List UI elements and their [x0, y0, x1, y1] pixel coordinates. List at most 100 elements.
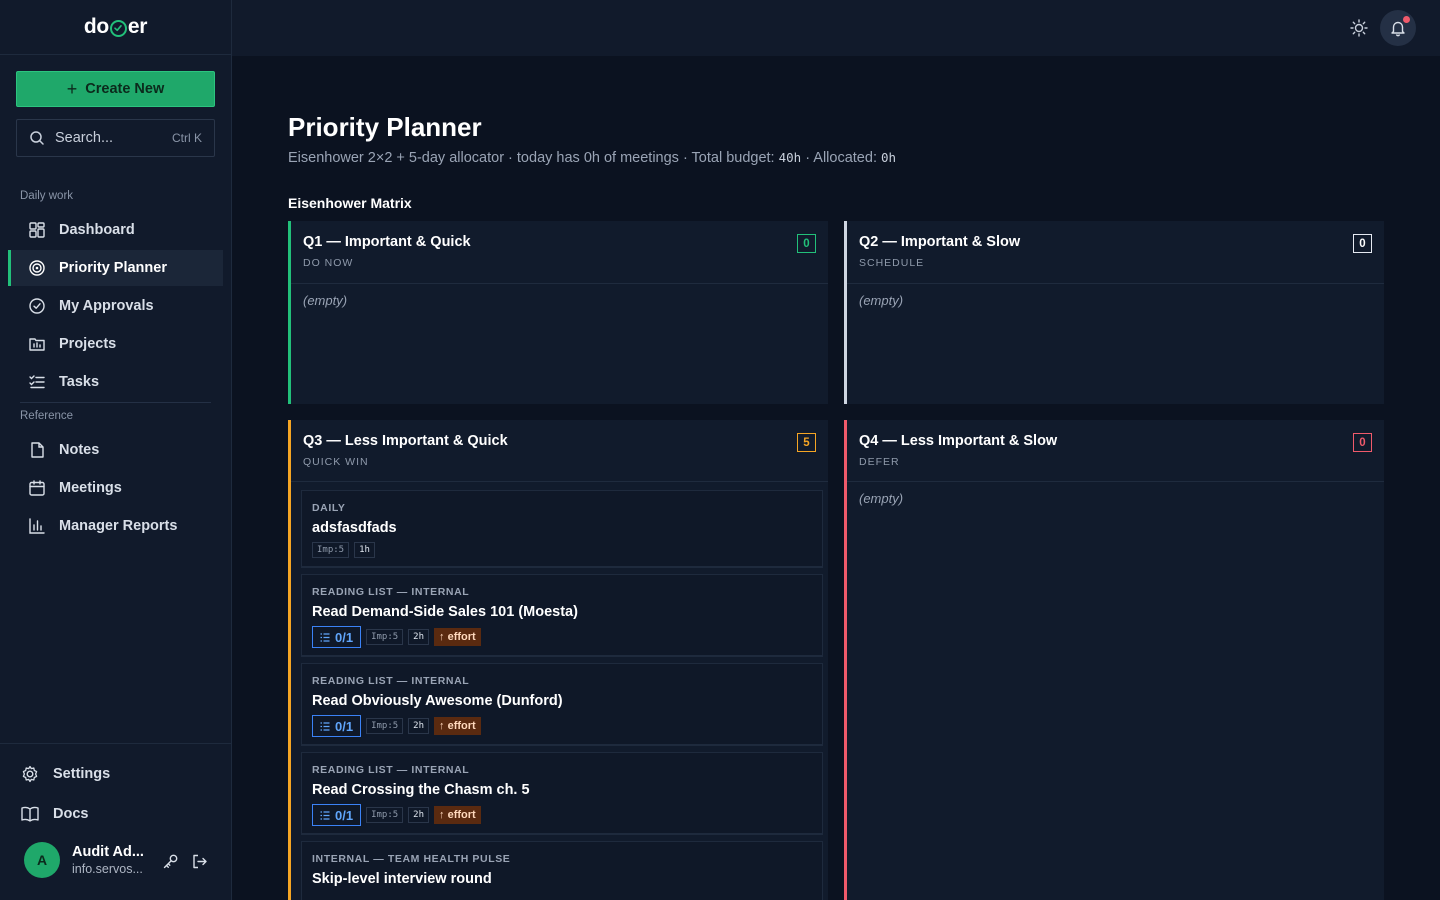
sidebar-item-manager-reports[interactable]: Manager Reports — [8, 508, 223, 544]
task-tags: 0/1 Imp:5 2h ↑ effort — [312, 626, 812, 648]
check-circle-icon — [29, 298, 45, 314]
checklist-count: 0/1 — [335, 629, 354, 645]
task-title: Skip-level interview round — [312, 871, 492, 887]
docs-link[interactable]: Docs — [20, 804, 88, 824]
search-placeholder: Search... — [55, 130, 114, 146]
checklist-count: 0/1 — [335, 718, 354, 734]
plus-icon: + — [66, 79, 78, 99]
gear-icon — [22, 765, 38, 783]
sidebar-item-dashboard[interactable]: Dashboard — [8, 212, 223, 248]
task-category: READING LIST — INTERNAL — [312, 675, 470, 687]
duration-tag: 2h — [408, 718, 430, 734]
checklist-icon — [320, 632, 330, 642]
sidebar-item-label: Priority Planner — [59, 260, 167, 276]
quadrant-subtitle: QUICK WIN — [303, 456, 369, 468]
bar-chart-icon — [29, 518, 45, 534]
sidebar-item-label: Projects — [59, 336, 117, 352]
user-info: Audit Ad... info.servos... — [72, 843, 144, 877]
checklist-badge[interactable]: 0/1 — [312, 626, 362, 648]
quadrant-title: Q4 — Less Important & Slow — [859, 433, 1058, 449]
quadrant-q3: Q3 — Less Important & Quick QUICK WIN 5 … — [288, 420, 828, 900]
user-email: info.servos... — [72, 862, 143, 876]
sidebar-item-label: Manager Reports — [59, 518, 178, 534]
sidebar-item-my-approvals[interactable]: My Approvals — [8, 288, 223, 324]
key-icon[interactable] — [162, 853, 179, 870]
target-icon — [29, 260, 45, 276]
quadrant-title: Q1 — Important & Quick — [303, 234, 471, 250]
importance-tag: Imp:5 — [366, 807, 404, 823]
duration-tag: 2h — [408, 629, 430, 645]
matrix-title: Eisenhower Matrix — [288, 195, 412, 211]
logout-icon[interactable] — [191, 853, 208, 870]
checklist-icon — [320, 721, 330, 731]
search-shortcut: Ctrl K — [172, 131, 202, 145]
task-tags: 0/1 Imp:5 2h ↑ effort — [312, 804, 812, 826]
task-card[interactable]: READING LIST — INTERNAL Read Demand-Side… — [301, 574, 823, 657]
note-icon — [31, 442, 44, 458]
search-icon — [30, 131, 44, 145]
sidebar-divider — [20, 402, 211, 403]
checklist-icon — [320, 810, 330, 820]
topbar — [232, 0, 1440, 56]
book-icon — [21, 806, 39, 822]
importance-tag: Imp:5 — [312, 542, 350, 558]
task-card[interactable]: READING LIST — INTERNAL Read Obviously A… — [301, 663, 823, 746]
quadrant-count-badge: 0 — [1353, 433, 1372, 452]
allocated-value: 0h — [881, 150, 897, 165]
quadrant-header: Q3 — Less Important & Quick QUICK WIN 5 — [291, 420, 828, 482]
quadrant-count-badge: 0 — [1353, 234, 1372, 253]
checklist-count: 0/1 — [335, 807, 354, 823]
sidebar: do er + Create New Search... Ctrl K Dail… — [0, 0, 232, 900]
quadrant-q2: Q2 — Important & Slow SCHEDULE 0 (empty) — [844, 221, 1384, 404]
task-title: Read Crossing the Chasm ch. 5 — [312, 782, 530, 798]
logo-check-icon — [109, 19, 127, 37]
sidebar-item-notes[interactable]: Notes — [8, 432, 223, 468]
sun-icon[interactable] — [1349, 18, 1369, 38]
notifications-button[interactable] — [1380, 10, 1416, 46]
sidebar-item-tasks[interactable]: Tasks — [8, 364, 223, 400]
sidebar-item-meetings[interactable]: Meetings — [8, 470, 223, 506]
notification-dot — [1403, 16, 1410, 23]
sidebar-item-projects[interactable]: Projects — [8, 326, 223, 362]
page-subtitle: Eisenhower 2×2 + 5-day allocator · today… — [288, 150, 896, 166]
settings-label: Settings — [53, 766, 111, 782]
quadrant-subtitle: DEFER — [859, 456, 900, 468]
quadrant-header: Q1 — Important & Quick DO NOW 0 — [291, 221, 828, 284]
create-new-button[interactable]: + Create New — [16, 71, 215, 107]
subtitle-text: Eisenhower 2×2 + 5-day allocator · today… — [288, 150, 779, 166]
task-card[interactable]: READING LIST — INTERNAL Read Crossing th… — [301, 752, 823, 835]
checklist-badge[interactable]: 0/1 — [312, 715, 362, 737]
task-card[interactable]: DAILY adsfasdfads Imp:5 1h — [301, 490, 823, 568]
task-title: Read Demand-Side Sales 101 (Moesta) — [312, 604, 578, 620]
section-label-reference: Reference — [20, 410, 74, 422]
sidebar-item-label: Dashboard — [59, 222, 135, 238]
search-box[interactable]: Search... Ctrl K — [16, 119, 215, 157]
task-card[interactable]: INTERNAL — TEAM HEALTH PULSE Skip-level … — [301, 841, 823, 900]
sidebar-item-label: Notes — [59, 442, 100, 458]
sidebar-item-priority-planner[interactable]: Priority Planner — [8, 250, 223, 286]
quadrant-title: Q2 — Important & Slow — [859, 234, 1021, 250]
quadrant-subtitle: DO NOW — [303, 257, 354, 269]
avatar: A — [24, 842, 60, 878]
effort-tag: ↑ effort — [434, 806, 481, 824]
duration-tag: 2h — [408, 807, 430, 823]
checklist-badge[interactable]: 0/1 — [312, 804, 362, 826]
task-tags: Imp:5 1h — [312, 542, 812, 558]
user-profile[interactable]: A Audit Ad... info.servos... — [24, 842, 144, 878]
task-category: DAILY — [312, 502, 346, 514]
section-label-daily-work: Daily work — [20, 190, 74, 202]
empty-placeholder: (empty) — [303, 293, 348, 308]
quadrant-header: Q2 — Important & Slow SCHEDULE 0 — [847, 221, 1384, 284]
logo-text-left: do — [83, 15, 109, 38]
main-content: Priority Planner Eisenhower 2×2 + 5-day … — [232, 56, 1440, 900]
quadrant-count-badge: 5 — [797, 433, 816, 452]
quadrant-q4: Q4 — Less Important & Slow DEFER 0 (empt… — [844, 420, 1384, 900]
app-logo[interactable]: do er — [0, 0, 231, 55]
settings-link[interactable]: Settings — [20, 764, 110, 784]
user-actions — [162, 853, 208, 870]
empty-placeholder: (empty) — [859, 491, 904, 506]
tasks-icon — [29, 375, 45, 389]
empty-placeholder: (empty) — [859, 293, 904, 308]
task-title: adsfasdfads — [312, 520, 397, 536]
quadrant-header: Q4 — Less Important & Slow DEFER 0 — [847, 420, 1384, 482]
